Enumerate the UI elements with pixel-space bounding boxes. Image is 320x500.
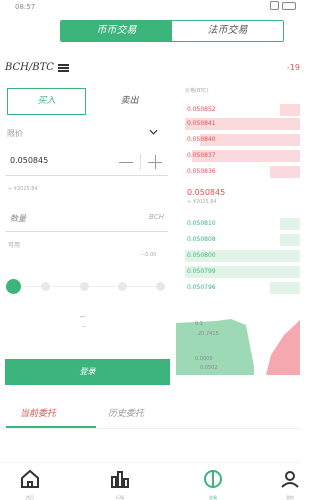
orderbook-header: 价格(BTC) bbox=[185, 88, 209, 94]
bid-row[interactable]: 0.050800 bbox=[185, 250, 300, 262]
price-input[interactable]: 0.050845 bbox=[10, 156, 48, 165]
tab-history-orders[interactable]: 历史委托 bbox=[108, 406, 144, 419]
quantity-placeholder: 数量 bbox=[10, 214, 26, 223]
available-label: 可用 bbox=[8, 242, 21, 249]
minus-icon[interactable] bbox=[119, 162, 133, 163]
submit-button[interactable]: 登录 bbox=[5, 359, 170, 385]
bid-row[interactable]: 0.050808 bbox=[185, 234, 300, 246]
status-icons bbox=[270, 1, 296, 10]
bid-price: 0.050796 bbox=[187, 284, 216, 291]
divider bbox=[140, 154, 141, 170]
ask-price: 0.050837 bbox=[187, 152, 216, 159]
depth-label-bottom: 0.0000 bbox=[195, 356, 213, 362]
order-tabs: 当前委托 历史委托 bbox=[0, 396, 300, 429]
signal-icon bbox=[270, 1, 279, 10]
trade-icon bbox=[204, 470, 222, 488]
slider-step-100[interactable] bbox=[156, 282, 165, 291]
depth-label-top: 0.1 bbox=[195, 321, 203, 327]
nav-label-home: 首页 bbox=[26, 495, 34, 500]
bid-row[interactable]: 0.050796 bbox=[185, 282, 300, 294]
buy-button[interactable]: 买入 bbox=[7, 88, 86, 115]
bid-row[interactable]: 0.050810 bbox=[185, 218, 300, 230]
depth-label-axis: 0.0502 bbox=[200, 365, 218, 371]
bid-price: 0.050810 bbox=[187, 220, 216, 227]
status-bar: 08:57 bbox=[0, 0, 300, 14]
ask-price: 0.050836 bbox=[187, 168, 216, 175]
quantity-field[interactable]: 数量 BCH bbox=[5, 204, 168, 232]
ask-price: 0.050841 bbox=[187, 120, 216, 127]
total-sub: -- bbox=[82, 323, 87, 330]
menu-icon bbox=[57, 63, 69, 72]
depth-label-mid: 20.7415 bbox=[198, 331, 219, 337]
nav-label-trade: 交易 bbox=[209, 495, 217, 500]
nav-home[interactable]: 首页 bbox=[10, 469, 50, 500]
bid-price: 0.050800 bbox=[187, 252, 216, 259]
slider-step-50[interactable] bbox=[80, 282, 89, 291]
approx-price: ≈ ¥2025.84 bbox=[8, 186, 38, 192]
ask-row[interactable]: 0.050837 bbox=[185, 150, 300, 162]
home-icon bbox=[21, 469, 39, 488]
divider bbox=[0, 428, 300, 429]
nav-label-user: 我的 bbox=[286, 495, 294, 500]
tab-fiat-trade[interactable]: 法币交易 bbox=[172, 21, 283, 41]
quantity-unit: BCH bbox=[149, 213, 164, 221]
price-change: -19 bbox=[286, 63, 300, 72]
tab-current-orders[interactable]: 当前委托 bbox=[20, 406, 56, 419]
status-time: 08:57 bbox=[15, 3, 36, 11]
ask-price: 0.050840 bbox=[187, 136, 216, 143]
chart-icon bbox=[111, 471, 129, 488]
user-icon bbox=[281, 471, 299, 488]
ask-depth-area bbox=[266, 320, 300, 375]
nav-market[interactable]: 行情 bbox=[100, 469, 140, 500]
top-tabs: 币币交易 法币交易 bbox=[60, 20, 284, 42]
battery-icon bbox=[282, 1, 296, 10]
slider-step-75[interactable] bbox=[118, 282, 127, 291]
nav-user[interactable]: 我的 bbox=[270, 469, 300, 500]
order-type-label[interactable]: 限价 bbox=[7, 128, 23, 139]
ask-row[interactable]: 0.050840 bbox=[185, 134, 300, 146]
mid-price: 0.050845 bbox=[187, 188, 226, 197]
ask-row[interactable]: 0.050836 bbox=[185, 166, 300, 178]
mid-price-approx: ≈ ¥2025.84 bbox=[187, 199, 217, 205]
tab-coin-trade[interactable]: 币币交易 bbox=[61, 21, 172, 41]
pair-symbol: BCH/BTC bbox=[5, 62, 54, 73]
pair-selector[interactable]: BCH/BTC bbox=[5, 62, 69, 73]
slider-step-25[interactable] bbox=[41, 282, 50, 291]
price-stepper[interactable]: 0.050845 bbox=[5, 150, 168, 176]
percent-slider-track[interactable] bbox=[14, 286, 164, 287]
plus-icon-vertical[interactable] bbox=[155, 155, 156, 169]
ask-row[interactable]: 0.050852 bbox=[185, 104, 300, 116]
ask-price: 0.050852 bbox=[187, 106, 216, 113]
sell-button[interactable]: 卖出 bbox=[92, 88, 167, 115]
total-value: -- bbox=[80, 313, 86, 321]
bottom-nav: 首页 行情 交易 我的 bbox=[0, 462, 300, 500]
depth-bar bbox=[280, 234, 300, 246]
available-value: --.0.00 bbox=[140, 252, 157, 258]
ask-row[interactable]: 0.050841 bbox=[185, 118, 300, 130]
bid-price: 0.050808 bbox=[187, 236, 216, 243]
nav-trade[interactable]: 交易 bbox=[193, 469, 233, 500]
trade-page: 08:57 币币交易 法币交易 BCH/BTC -19 买入 卖出 限价 0.0… bbox=[0, 0, 300, 500]
bid-row[interactable]: 0.050799 bbox=[185, 266, 300, 278]
depth-bar bbox=[270, 282, 300, 294]
depth-bar bbox=[270, 166, 300, 178]
slider-knob[interactable] bbox=[6, 279, 21, 294]
depth-bar bbox=[280, 218, 300, 230]
nav-label-market: 行情 bbox=[116, 495, 124, 500]
depth-bar bbox=[280, 104, 300, 116]
bid-price: 0.050799 bbox=[187, 268, 216, 275]
chevron-down-icon[interactable] bbox=[149, 129, 158, 135]
